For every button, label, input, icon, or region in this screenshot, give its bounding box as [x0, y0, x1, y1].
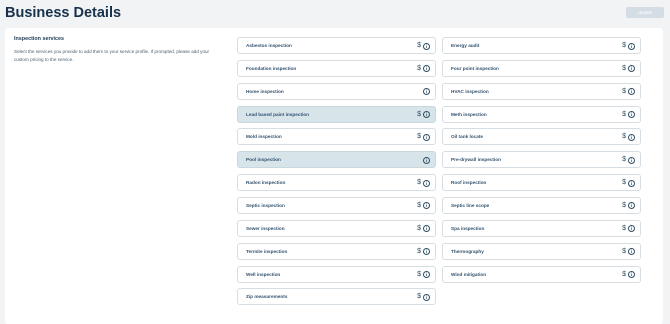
dollar-icon[interactable]: $: [622, 267, 626, 282]
service-label: Roof inspection: [451, 180, 487, 186]
dollar-icon[interactable]: $: [417, 267, 421, 282]
page-title: Business Details: [5, 5, 122, 21]
service-label: Spa inspection: [451, 225, 485, 231]
info-icon[interactable]: i: [423, 293, 430, 301]
dollar-icon[interactable]: $: [417, 129, 421, 144]
service-option[interactable]: Asbestos inspection $ i: [237, 37, 436, 54]
info-icon[interactable]: i: [628, 111, 635, 119]
service-label: Radon inspection: [246, 180, 286, 186]
service-option[interactable]: Energy audit $ i: [442, 37, 641, 54]
info-icon[interactable]: i: [423, 65, 430, 73]
service-option[interactable]: Zip measurements $ i: [237, 288, 436, 306]
dollar-icon[interactable]: $: [417, 38, 421, 53]
service-label: Asbestos inspection: [246, 43, 292, 48]
service-option[interactable]: Spa inspection $ i: [442, 219, 641, 237]
service-option[interactable]: Termite inspection $ i: [237, 242, 436, 260]
service-label: Foundation inspection: [246, 65, 297, 71]
service-option[interactable]: Roof inspection $ i: [442, 174, 641, 192]
service-option[interactable]: Septic line scope $ i: [442, 196, 641, 214]
section-title: Inspection services: [14, 36, 65, 42]
service-option[interactable]: Lead based paint inspection $ i: [237, 105, 436, 123]
service-option[interactable]: Radon inspection $ i: [237, 174, 436, 192]
info-icon[interactable]: i: [423, 156, 430, 164]
service-option[interactable]: Oil tank locate $ i: [442, 128, 641, 146]
dollar-icon[interactable]: $: [417, 244, 421, 259]
dollar-icon[interactable]: $: [622, 198, 626, 213]
info-icon[interactable]: i: [628, 156, 635, 164]
service-option[interactable]: Meth inspection $ i: [442, 105, 641, 123]
service-label: Well inspection: [246, 271, 281, 277]
service-label: Septic inspection: [246, 202, 285, 208]
info-icon[interactable]: i: [423, 248, 430, 256]
info-icon[interactable]: i: [423, 271, 430, 278]
info-icon[interactable]: i: [628, 42, 635, 50]
info-icon[interactable]: i: [628, 202, 635, 210]
dollar-icon[interactable]: $: [622, 84, 626, 99]
service-option[interactable]: Wind mitigation $ i: [442, 265, 641, 283]
service-label: Pre-drywall inspection: [451, 157, 502, 163]
dollar-icon[interactable]: $: [417, 61, 421, 76]
dollar-icon[interactable]: $: [622, 61, 626, 76]
service-label: Septic line scope: [451, 202, 490, 208]
info-icon[interactable]: i: [628, 225, 635, 233]
service-option[interactable]: Well inspection $ i: [237, 265, 436, 283]
info-icon[interactable]: i: [628, 179, 635, 187]
info-icon[interactable]: i: [628, 65, 635, 73]
service-label: Meth inspection: [451, 111, 487, 117]
info-icon[interactable]: i: [423, 111, 430, 119]
service-option[interactable]: Home inspection i: [237, 82, 436, 100]
dollar-icon[interactable]: $: [417, 107, 421, 122]
service-label: Energy audit: [451, 43, 480, 48]
dollar-icon[interactable]: $: [622, 221, 626, 236]
info-icon[interactable]: i: [628, 271, 635, 278]
service-label: Oil tank locate: [451, 134, 484, 140]
dollar-icon[interactable]: $: [622, 38, 626, 53]
service-label: Mold inspection: [246, 134, 282, 140]
service-label: Wind mitigation: [451, 271, 487, 277]
dollar-icon[interactable]: $: [622, 244, 626, 259]
info-icon[interactable]: i: [628, 248, 635, 256]
dollar-icon[interactable]: $: [622, 175, 626, 190]
info-icon[interactable]: i: [423, 88, 430, 96]
service-option[interactable]: Foundation inspection $ i: [237, 59, 436, 77]
service-option[interactable]: HVAC inspection $ i: [442, 82, 641, 100]
service-option[interactable]: Pool inspection i: [237, 151, 436, 169]
service-label: Pool inspection: [246, 157, 281, 163]
dollar-icon[interactable]: $: [622, 107, 626, 122]
service-label: Sewer inspection: [246, 225, 285, 231]
dollar-icon[interactable]: $: [417, 175, 421, 190]
service-option[interactable]: Sewer inspection $ i: [237, 219, 436, 237]
service-label: Home inspection: [246, 88, 284, 94]
dollar-icon[interactable]: $: [622, 129, 626, 144]
service-option[interactable]: Thermography $ i: [442, 242, 641, 260]
update-button[interactable]: Update: [626, 7, 664, 18]
info-icon[interactable]: i: [423, 202, 430, 210]
service-label: Lead based paint inspection: [246, 111, 310, 117]
info-icon[interactable]: i: [423, 225, 430, 233]
service-label: Termite inspection: [246, 248, 288, 254]
dollar-icon[interactable]: $: [417, 221, 421, 236]
service-option[interactable]: Septic inspection $ i: [237, 196, 436, 214]
info-icon[interactable]: i: [423, 133, 430, 141]
dollar-icon[interactable]: $: [417, 198, 421, 213]
service-option[interactable]: Pre-drywall inspection $ i: [442, 151, 641, 169]
dollar-icon[interactable]: $: [417, 289, 421, 304]
section-description: Select the services you provide to add t…: [14, 49, 210, 62]
service-label: HVAC inspection: [451, 88, 489, 94]
service-option[interactable]: Mold inspection $ i: [237, 128, 436, 146]
info-icon[interactable]: i: [628, 133, 635, 141]
service-option[interactable]: Four point inspection $ i: [442, 59, 641, 77]
dollar-icon[interactable]: $: [622, 152, 626, 167]
info-icon[interactable]: i: [628, 88, 635, 96]
service-label: Four point inspection: [451, 65, 499, 71]
service-label: Thermography: [451, 248, 484, 254]
info-icon[interactable]: i: [423, 179, 430, 187]
info-icon[interactable]: i: [423, 42, 430, 50]
service-label: Zip measurements: [246, 294, 288, 300]
business-details-card: Inspection services Select the services …: [5, 28, 663, 324]
